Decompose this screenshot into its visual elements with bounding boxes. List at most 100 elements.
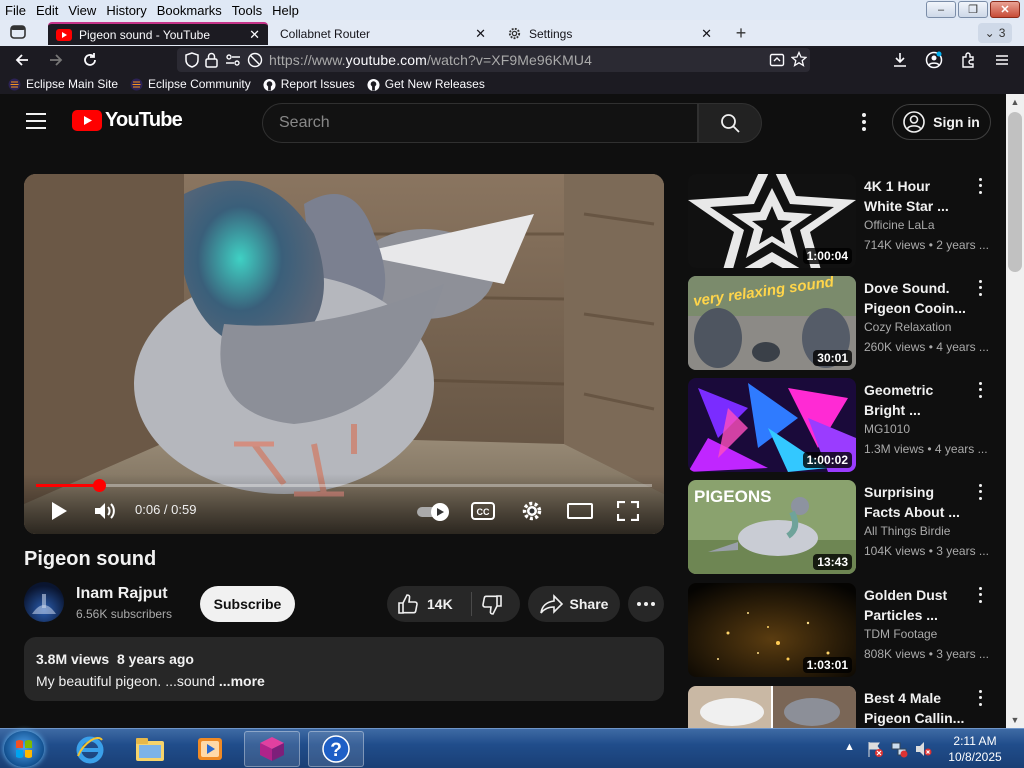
action-center-flag-icon[interactable] xyxy=(866,740,884,763)
channel-avatar[interactable] xyxy=(24,582,64,622)
minimize-button[interactable]: – xyxy=(926,1,956,18)
menu-bookmarks[interactable]: Bookmarks xyxy=(152,3,227,18)
menu-file[interactable]: File xyxy=(0,3,31,18)
bookmark-eclipse-main-site[interactable]: Eclipse Main Site xyxy=(8,77,118,91)
recommendation-item[interactable]: 1:00:02 Geometric Bright ... MG1010 1.3M … xyxy=(688,378,1006,472)
recommendation-item[interactable]: Best 4 Male Pigeon Callin... xyxy=(688,686,1006,728)
youtube-logo[interactable]: YouTube xyxy=(72,109,183,132)
video-thumbnail[interactable]: 1:00:04 xyxy=(688,174,856,268)
play-icon[interactable] xyxy=(50,501,68,526)
page-scrollbar[interactable]: ▲ ▼ xyxy=(1006,94,1024,728)
internet-explorer-taskbar-icon[interactable] xyxy=(62,731,118,767)
close-tab-icon[interactable]: ✕ xyxy=(475,26,486,42)
guide-menu-icon[interactable] xyxy=(26,112,46,135)
forward-arrow-icon[interactable] xyxy=(46,50,66,70)
bookmark-report-issues[interactable]: Report Issues xyxy=(263,77,355,91)
video-player[interactable]: 0:06 / 0:59 CC xyxy=(24,174,664,534)
more-actions-button[interactable] xyxy=(628,586,664,622)
recommendation-item[interactable]: 1:03:01 Golden Dust Particles ... TDM Foo… xyxy=(688,583,1006,677)
close-window-button[interactable]: ✕ xyxy=(990,1,1020,18)
recommendation-channel[interactable]: TDM Footage xyxy=(864,627,937,641)
search-button[interactable] xyxy=(698,103,762,143)
kebab-menu-icon[interactable] xyxy=(976,278,984,298)
dislike-button[interactable] xyxy=(481,594,503,621)
sign-in-button[interactable]: Sign in xyxy=(892,104,991,140)
reader-view-icon[interactable] xyxy=(769,52,785,71)
scrubber-handle[interactable] xyxy=(93,479,106,492)
show-more-link[interactable]: ...more xyxy=(219,673,265,689)
video-thumbnail[interactable] xyxy=(688,686,856,728)
recommendation-title[interactable]: Dove Sound. Pigeon Cooin... xyxy=(864,278,974,318)
scroll-down-arrow-icon[interactable]: ▼ xyxy=(1006,712,1024,728)
recommendation-title[interactable]: Surprising Facts About ... xyxy=(864,482,974,522)
start-button[interactable] xyxy=(4,731,44,767)
permissions-icon[interactable] xyxy=(225,52,241,71)
recommendation-channel[interactable]: MG1010 xyxy=(864,422,910,436)
share-button[interactable]: Share xyxy=(528,586,620,622)
volume-muted-icon[interactable] xyxy=(914,740,932,763)
settings-gear-icon[interactable] xyxy=(521,500,543,527)
kebab-menu-icon[interactable] xyxy=(976,688,984,708)
recommendation-title[interactable]: Best 4 Male Pigeon Callin... xyxy=(864,688,974,728)
hamburger-menu-icon[interactable] xyxy=(992,50,1012,70)
menu-history[interactable]: History xyxy=(101,3,151,18)
kebab-menu-icon[interactable] xyxy=(976,585,984,605)
video-thumbnail[interactable]: 1:03:01 xyxy=(688,583,856,677)
downloads-icon[interactable] xyxy=(890,50,910,70)
list-all-tabs-button[interactable]: ⌄ 3 xyxy=(978,23,1012,43)
settings-kebab-icon[interactable] xyxy=(855,112,873,137)
volume-icon[interactable] xyxy=(94,501,116,526)
scroll-up-arrow-icon[interactable]: ▲ xyxy=(1006,94,1024,110)
recommendation-title[interactable]: Golden Dust Particles ... xyxy=(864,585,974,625)
shield-icon[interactable] xyxy=(185,52,199,71)
maximize-button[interactable]: ❐ xyxy=(958,1,988,18)
like-button[interactable] xyxy=(397,593,419,620)
fullscreen-icon[interactable] xyxy=(616,500,640,526)
close-tab-icon[interactable]: ✕ xyxy=(249,27,260,43)
search-input[interactable]: Search xyxy=(262,103,698,143)
autoplay-toggle-icon[interactable] xyxy=(416,501,452,526)
recommendation-channel[interactable]: All Things Birdie xyxy=(864,524,950,538)
system-clock[interactable]: 2:11 AM 10/8/2025 xyxy=(940,733,1010,765)
bookmark-get-new-releases[interactable]: Get New Releases xyxy=(367,77,485,91)
recommendation-item[interactable]: 1:00:04 4K 1 Hour White Star ... Officine… xyxy=(688,174,1006,268)
file-explorer-taskbar-icon[interactable] xyxy=(122,731,178,767)
channel-name[interactable]: Inam Rajput xyxy=(76,585,168,603)
extensions-icon[interactable] xyxy=(958,50,978,70)
reload-icon[interactable] xyxy=(80,50,100,70)
menu-view[interactable]: View xyxy=(63,3,101,18)
closed-captions-icon[interactable]: CC xyxy=(471,502,495,525)
progress-bar[interactable] xyxy=(36,479,652,492)
tab-collabnet-router[interactable]: Collabnet Router ✕ xyxy=(272,22,494,45)
video-thumbnail[interactable]: very relaxing sound 30:01 xyxy=(688,276,856,370)
firefox-developer-taskbar-icon[interactable] xyxy=(244,731,300,767)
menu-tools[interactable]: Tools xyxy=(227,3,267,18)
menu-edit[interactable]: Edit xyxy=(31,3,63,18)
recommendation-item[interactable]: very relaxing sound 30:01 Dove Sound. Pig… xyxy=(688,276,1006,370)
bookmark-eclipse-community[interactable]: Eclipse Community xyxy=(130,77,251,91)
kebab-menu-icon[interactable] xyxy=(976,482,984,502)
autoplay-blocked-icon[interactable] xyxy=(247,52,263,71)
kebab-menu-icon[interactable] xyxy=(976,176,984,196)
recommendation-title[interactable]: 4K 1 Hour White Star ... xyxy=(864,176,974,216)
video-thumbnail[interactable]: 1:00:02 xyxy=(688,378,856,472)
kebab-menu-icon[interactable] xyxy=(976,380,984,400)
lock-icon[interactable] xyxy=(205,52,218,71)
recommendation-title[interactable]: Geometric Bright ... xyxy=(864,380,974,420)
recommendation-item[interactable]: PIGEONS 13:43 Surprising Facts About ... … xyxy=(688,480,1006,574)
media-player-taskbar-icon[interactable] xyxy=(182,731,238,767)
back-arrow-icon[interactable] xyxy=(12,50,32,70)
new-tab-button[interactable]: + xyxy=(731,23,751,43)
account-icon[interactable] xyxy=(924,50,944,70)
description-box[interactable]: 3.8M views 8 years ago My beautiful pige… xyxy=(24,637,664,701)
recommendation-channel[interactable]: Officine LaLa xyxy=(864,218,935,232)
tab-pigeon-sound[interactable]: Pigeon sound - YouTube ✕ xyxy=(48,22,268,45)
subscribe-button[interactable]: Subscribe xyxy=(200,586,295,622)
show-hidden-icons-icon[interactable]: ▲ xyxy=(844,741,855,753)
menu-help[interactable]: Help xyxy=(267,3,304,18)
scrollbar-thumb[interactable] xyxy=(1008,112,1022,272)
bookmark-star-icon[interactable] xyxy=(790,50,808,70)
video-thumbnail[interactable]: PIGEONS 13:43 xyxy=(688,480,856,574)
help-taskbar-icon[interactable]: ? xyxy=(308,731,364,767)
network-icon[interactable] xyxy=(890,740,908,763)
